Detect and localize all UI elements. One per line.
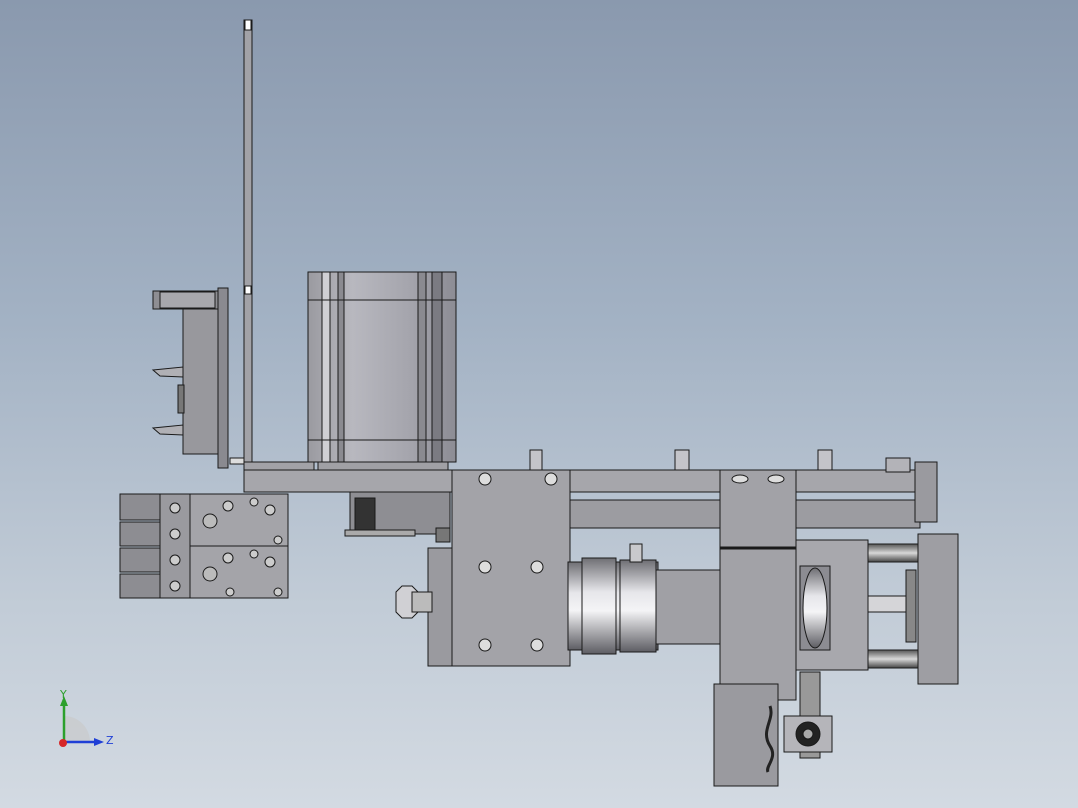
vertical-mounting-plate — [243, 19, 315, 491]
left-sensor-block — [151, 287, 245, 469]
timing-pulley-left — [344, 491, 451, 543]
spindle-cylinder — [567, 543, 721, 655]
z-axis-label: Z — [106, 734, 114, 747]
cad-viewport[interactable]: Y Z — [0, 0, 1078, 808]
assembly-model-view[interactable] — [0, 0, 1078, 808]
spring-assembly — [795, 533, 959, 685]
valve-manifold — [119, 493, 289, 599]
coordinate-triad: Y Z — [59, 688, 114, 747]
x-axis-dot — [59, 739, 67, 747]
stepper-motor — [307, 271, 457, 471]
hex-nut — [395, 585, 433, 619]
y-axis-label: Y — [59, 688, 67, 701]
